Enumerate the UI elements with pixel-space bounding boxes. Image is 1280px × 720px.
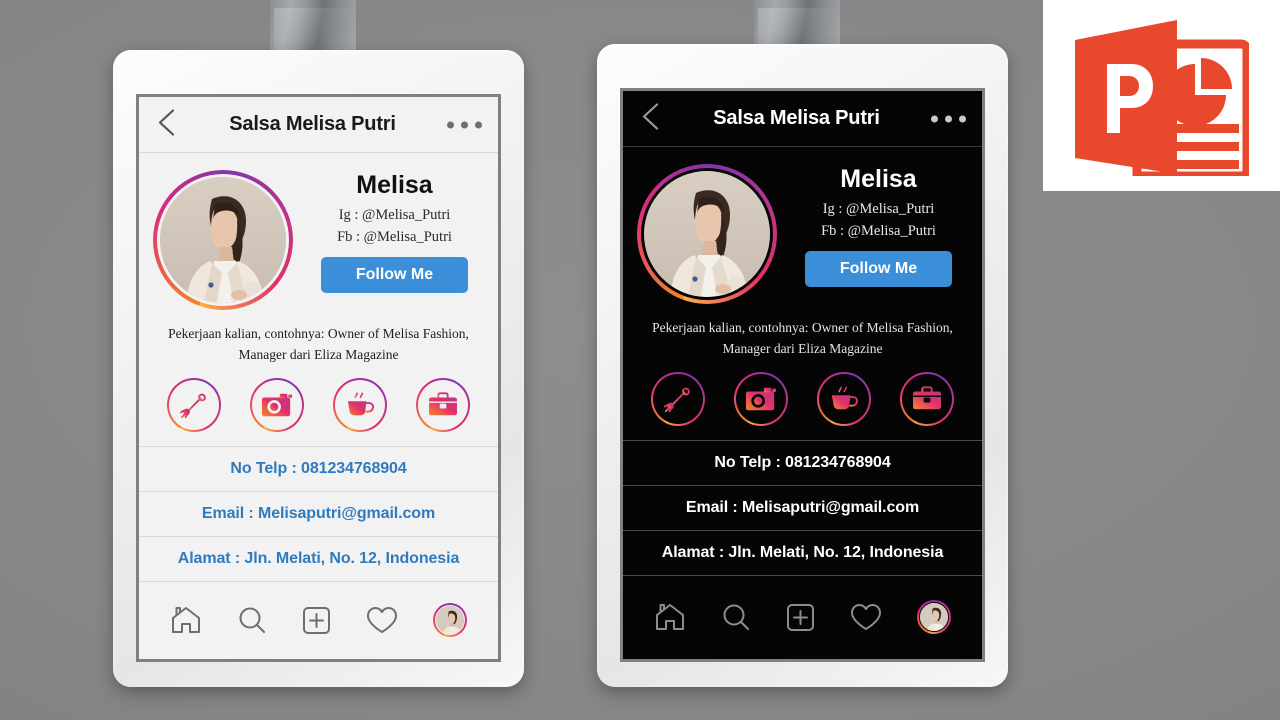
profile-section: Melisa Ig : @Melisa_Putri Fb : @Melisa_P…: [139, 153, 498, 310]
bottom-navigation: [139, 580, 498, 659]
phone-screen-dark: Salsa Melisa Putri Melisa Ig: @Melisa_P…: [620, 88, 985, 662]
avatar-inner: [641, 168, 773, 300]
profile-photo[interactable]: [160, 177, 286, 303]
camera-icon[interactable]: [250, 377, 305, 432]
nav-home-icon[interactable]: [654, 602, 686, 632]
coffee-cup-icon[interactable]: [816, 371, 871, 426]
profile-name: Melisa: [356, 171, 433, 199]
phone-row[interactable]: No Telp : 081234768904: [139, 445, 498, 491]
avatar-inner: [157, 174, 289, 306]
highlight-icon-row: [623, 360, 982, 440]
email-row[interactable]: Email : Melisaputri@gmail.com: [623, 484, 982, 530]
badge-holder-dark: Salsa Melisa Putri Melisa Ig: @Melisa_P…: [597, 44, 1008, 687]
nav-search-icon[interactable]: [721, 602, 751, 632]
facebook-handle: Fb : @Melisa_Putri: [821, 222, 936, 239]
slide-canvas: Salsa Melisa Putri Melisa Ig: @Melisa_P…: [0, 0, 1280, 720]
chevron-left-icon[interactable]: [639, 101, 661, 136]
app-header: Salsa Melisa Putri: [139, 97, 498, 153]
address-row[interactable]: Alamat : Jln. Melati, No. 12, Indonesia: [139, 535, 498, 581]
profile-photo[interactable]: [644, 171, 770, 297]
bottom-navigation: [623, 574, 982, 659]
nav-home-icon[interactable]: [170, 605, 202, 635]
nav-profile-avatar[interactable]: [432, 603, 467, 638]
phone-screen-light: Salsa Melisa Putri Melisa Ig: @Melisa_P…: [136, 94, 501, 662]
email-row[interactable]: Email : Melisaputri@gmail.com: [139, 490, 498, 536]
avatar-gradient-ring: [637, 164, 777, 304]
briefcase-icon[interactable]: [899, 371, 954, 426]
page-title: Salsa Melisa Putri: [229, 113, 396, 135]
briefcase-icon[interactable]: [415, 377, 470, 432]
instagram-handle: Ig : @Melisa_Putri: [338, 206, 451, 223]
coffee-cup-icon[interactable]: [332, 377, 387, 432]
profile-section: Melisa Ig : @Melisa_Putri Fb : @Melisa_P…: [623, 147, 982, 304]
follow-button[interactable]: Follow Me: [321, 257, 468, 294]
page-title: Salsa Melisa Putri: [713, 107, 880, 129]
facebook-handle: Fb : @Melisa_Putri: [337, 228, 452, 245]
nav-add-icon[interactable]: [786, 603, 815, 632]
address-row[interactable]: Alamat : Jln. Melati, No. 12, Indonesia: [623, 529, 982, 575]
follow-button[interactable]: Follow Me: [805, 251, 952, 288]
avatar-gradient-ring: [153, 170, 293, 310]
phone-row[interactable]: No Telp : 081234768904: [623, 439, 982, 485]
powerpoint-logo: [1073, 18, 1252, 181]
diploma-icon[interactable]: [167, 377, 222, 432]
nav-profile-avatar[interactable]: [916, 600, 951, 635]
profile-name: Melisa: [840, 165, 917, 193]
more-dots-icon[interactable]: [931, 115, 966, 122]
profile-bio: Pekerjaan kalian, contohnya: Owner of Me…: [652, 320, 953, 356]
instagram-handle: Ig : @Melisa_Putri: [822, 200, 935, 217]
diploma-icon[interactable]: [651, 371, 706, 426]
nav-add-icon[interactable]: [302, 606, 331, 635]
profile-meta: Melisa Ig : @Melisa_Putri Fb : @Melisa_P…: [307, 170, 482, 294]
more-dots-icon[interactable]: [447, 121, 482, 128]
nav-activity-icon[interactable]: [366, 606, 398, 635]
chevron-left-icon[interactable]: [155, 107, 177, 142]
profile-bio: Pekerjaan kalian, contohnya: Owner of Me…: [168, 326, 469, 362]
badge-holder-light: Salsa Melisa Putri Melisa Ig: @Melisa_P…: [113, 50, 524, 687]
app-header: Salsa Melisa Putri: [623, 91, 982, 147]
profile-meta: Melisa Ig : @Melisa_Putri Fb : @Melisa_P…: [791, 164, 966, 288]
powerpoint-logo-panel: [1043, 0, 1280, 191]
nav-search-icon[interactable]: [237, 605, 267, 635]
camera-icon[interactable]: [734, 371, 789, 426]
highlight-icon-row: [139, 366, 498, 446]
nav-activity-icon[interactable]: [850, 603, 882, 632]
